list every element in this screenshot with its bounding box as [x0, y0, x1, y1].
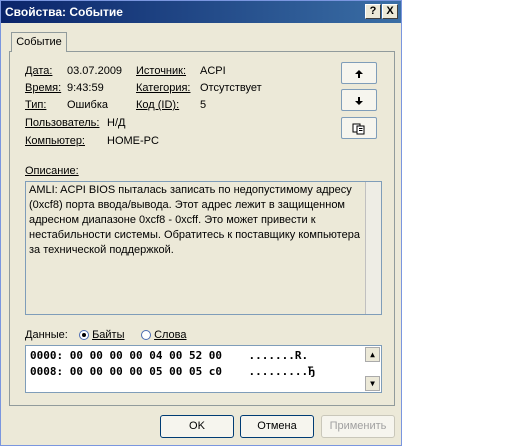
- scroll-up-icon: ▲: [370, 350, 375, 359]
- event-properties-window: Свойства: Событие ? X Событие Дата: 03.0…: [0, 0, 402, 446]
- category-value: Отсутствует: [200, 82, 262, 94]
- close-button[interactable]: X: [382, 4, 398, 19]
- words-radio-label: Слова: [154, 329, 187, 341]
- description-label: Описание:: [25, 165, 79, 177]
- date-value: 03.07.2009: [67, 65, 123, 77]
- arrow-down-icon: [355, 96, 363, 105]
- description-scrollbar[interactable]: [365, 182, 381, 314]
- type-value: Ошибка: [67, 99, 108, 111]
- source-label: Источник:: [136, 65, 187, 77]
- copy-icon: [352, 123, 365, 135]
- words-radio-circle[interactable]: [141, 330, 151, 341]
- category-label: Категория:: [136, 82, 191, 94]
- data-label: Данные:: [25, 329, 68, 341]
- type-label: Тип:: [25, 99, 47, 111]
- arrow-up-icon: [355, 69, 363, 78]
- scroll-up-button[interactable]: ▲: [365, 347, 380, 362]
- time-value: 9:43:59: [67, 82, 104, 94]
- bytes-radio[interactable]: Байты: [79, 329, 125, 341]
- code-label: Код (ID):: [136, 99, 180, 111]
- computer-label: Компьютер:: [25, 135, 85, 147]
- hex-line: 0008: 00 00 00 00 05 00 05 c0 .........Ђ: [30, 365, 315, 378]
- code-value: 5: [200, 99, 207, 111]
- scroll-down-button[interactable]: ▼: [365, 376, 380, 391]
- cancel-button[interactable]: Отмена: [240, 415, 314, 438]
- words-radio[interactable]: Слова: [141, 329, 187, 341]
- scroll-down-icon: ▼: [370, 379, 375, 388]
- window-title: Свойства: Событие: [5, 5, 123, 19]
- apply-button[interactable]: Применить: [321, 415, 395, 438]
- ok-button[interactable]: OK: [160, 415, 234, 438]
- description-textbox[interactable]: AMLI: ACPI BIOS пыталась записать по нед…: [25, 181, 382, 315]
- user-value: Н/Д: [107, 117, 126, 129]
- hex-line: 0000: 00 00 00 00 04 00 52 00 .......R.: [30, 349, 309, 362]
- bytes-radio-circle[interactable]: [79, 330, 89, 341]
- title-bar: Свойства: Событие ? X: [1, 1, 401, 23]
- time-label: Время:: [25, 82, 62, 94]
- tab-event[interactable]: Событие: [11, 32, 67, 52]
- data-hex-box[interactable]: 0000: 00 00 00 00 04 00 52 00 .......R. …: [25, 345, 382, 393]
- help-button[interactable]: ?: [365, 4, 381, 19]
- source-value: ACPI: [200, 65, 226, 77]
- description-text: AMLI: ACPI BIOS пыталась записать по нед…: [29, 184, 360, 256]
- next-event-button[interactable]: [341, 89, 377, 111]
- date-label: Дата:: [25, 65, 53, 77]
- bytes-radio-label: Байты: [92, 329, 125, 341]
- previous-event-button[interactable]: [341, 62, 377, 84]
- copy-button[interactable]: [341, 117, 377, 139]
- user-label: Пользователь:: [25, 117, 100, 129]
- computer-value: HOME-PC: [107, 135, 159, 147]
